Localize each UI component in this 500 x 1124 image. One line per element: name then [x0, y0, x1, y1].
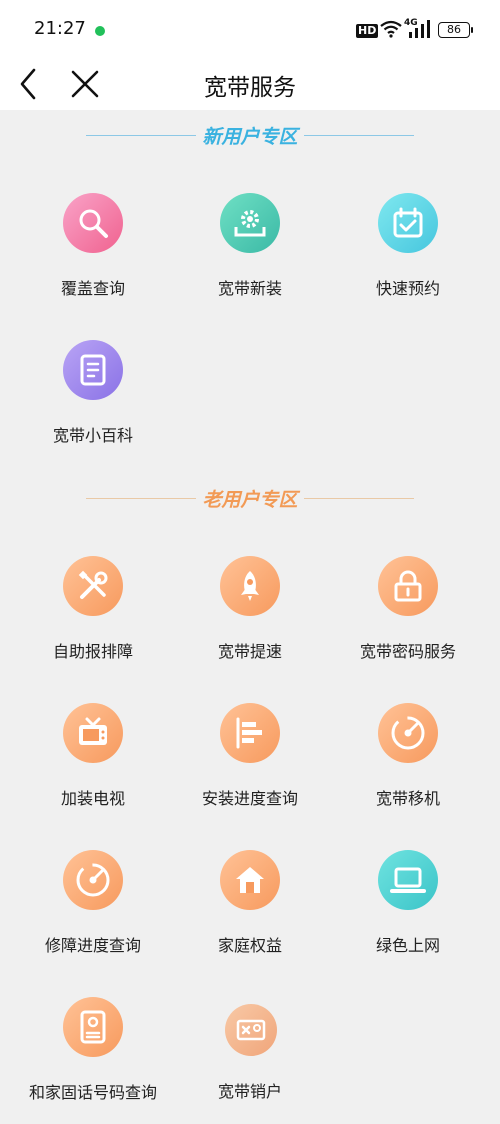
tile-label: 宽带密码服务	[359, 642, 456, 661]
status-time: 21:27	[34, 18, 86, 39]
tv-icon	[63, 703, 123, 763]
status-bar: 21:27 HD 4G 86	[0, 0, 500, 58]
old-user-section-header: 老用户专区	[86, 486, 414, 511]
gear-install-icon	[220, 193, 280, 253]
laptop-icon	[378, 850, 438, 910]
new-user-section-header: 新用户专区	[86, 123, 414, 148]
tile-coverage-query[interactable]: 覆盖查询	[13, 193, 173, 313]
tile-label: 覆盖查询	[60, 279, 125, 298]
tile-label: 加装电视	[60, 789, 125, 808]
signal-bars-icon	[409, 20, 430, 38]
tile-add-tv[interactable]: 加装电视	[13, 703, 173, 823]
cancel-card-icon	[225, 1004, 277, 1056]
tile-repair-progress[interactable]: 修障进度查询	[13, 850, 173, 970]
id-card-icon	[63, 997, 123, 1057]
tile-label: 和家固话号码查询	[28, 1083, 157, 1102]
tile-landline-number-query[interactable]: 和家固话号码查询	[13, 997, 173, 1117]
home-icon	[220, 850, 280, 910]
calendar-check-icon	[378, 193, 438, 253]
tile-install-progress[interactable]: 安装进度查询	[170, 703, 330, 823]
tile-self-repair[interactable]: 自助报排障	[13, 556, 173, 676]
tile-green-internet[interactable]: 绿色上网	[328, 850, 488, 970]
divider-line	[304, 135, 414, 136]
tile-password-service[interactable]: 宽带密码服务	[328, 556, 488, 676]
tile-broadband-relocate[interactable]: 宽带移机	[328, 703, 488, 823]
tile-label: 快速预约	[375, 279, 440, 298]
tile-label: 宽带新装	[217, 279, 282, 298]
wifi-icon	[380, 20, 402, 38]
tile-broadband-wiki[interactable]: 宽带小百科	[13, 340, 173, 460]
search-icon	[63, 193, 123, 253]
divider-line	[304, 498, 414, 499]
rocket-icon	[220, 556, 280, 616]
tile-label: 安装进度查询	[201, 789, 298, 808]
hd-badge: HD	[356, 24, 379, 38]
tile-speed-up[interactable]: 宽带提速	[170, 556, 330, 676]
nav-bar: 宽带服务	[0, 58, 500, 110]
tile-quick-appointment[interactable]: 快速预约	[328, 193, 488, 313]
notification-dot-icon	[95, 26, 105, 36]
tile-label: 宽带移机	[375, 789, 440, 808]
tile-label: 宽带小百科	[52, 426, 133, 445]
tile-broadband-install[interactable]: 宽带新装	[170, 193, 330, 313]
tile-label: 修障进度查询	[44, 936, 141, 955]
tile-label: 宽带销户	[217, 1082, 282, 1101]
tile-label: 自助报排障	[52, 642, 133, 661]
progress-bars-icon	[220, 703, 280, 763]
tile-label: 绿色上网	[375, 936, 440, 955]
lock-icon	[378, 556, 438, 616]
signal-4g: 4G	[404, 18, 434, 40]
book-icon	[63, 340, 123, 400]
tile-family-benefits[interactable]: 家庭权益	[170, 850, 330, 970]
tile-label: 家庭权益	[217, 936, 282, 955]
tile-label: 宽带提速	[217, 642, 282, 661]
gauge-icon	[378, 703, 438, 763]
tools-icon	[63, 556, 123, 616]
battery-indicator: 86	[438, 22, 473, 38]
gauge-icon	[63, 850, 123, 910]
tile-broadband-cancel[interactable]: 宽带销户	[170, 1004, 330, 1124]
page-title: 宽带服务	[204, 75, 296, 101]
